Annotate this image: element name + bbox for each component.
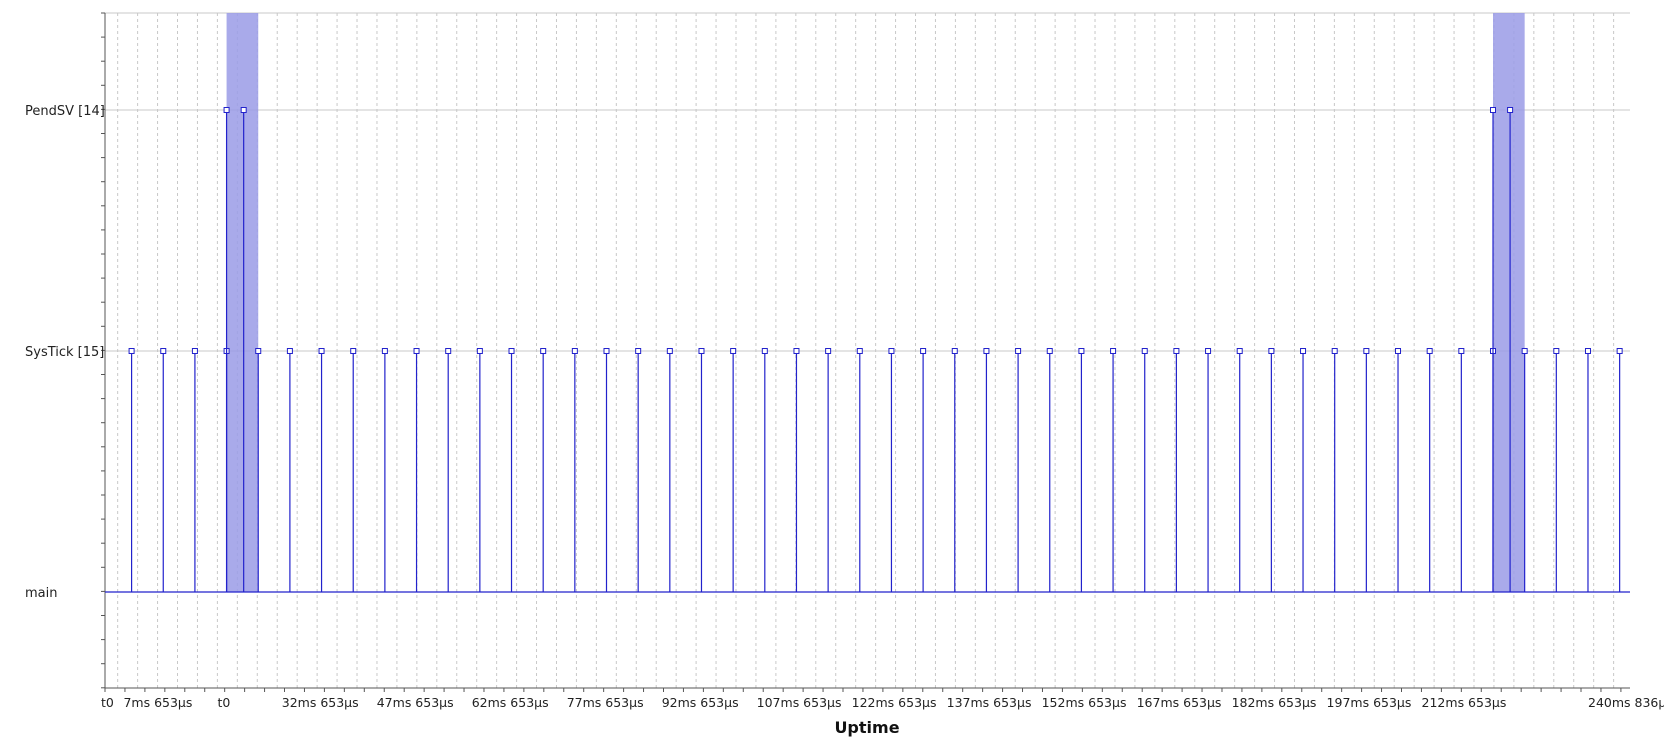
x-tick-label: 137ms 653µs xyxy=(947,695,1032,710)
systick-event-marker xyxy=(1173,348,1180,354)
x-tick-label: 240ms 836µs xyxy=(1588,695,1664,710)
x-tick-label: t0 xyxy=(217,695,230,710)
systick-event-marker xyxy=(1046,348,1053,354)
x-tick-label: 122ms 653µs xyxy=(852,695,937,710)
systick-event-marker xyxy=(508,348,515,354)
pendsv-event-marker xyxy=(240,107,247,113)
grid xyxy=(105,12,1630,688)
systick-event-marker xyxy=(1141,348,1148,354)
x-tick-label: t0 xyxy=(101,695,114,710)
systick-event-marker xyxy=(1363,348,1370,354)
x-tick-label: 47ms 653µs xyxy=(377,695,454,710)
pendsv-event-marker xyxy=(223,107,230,113)
systick-event-marker xyxy=(381,348,388,354)
y-axis-labels: main SysTick [15] PendSV [14] xyxy=(25,104,105,601)
y-level-label: SysTick [15] xyxy=(25,345,104,360)
systick-event-marker xyxy=(1236,348,1243,354)
x-tick-label: 7ms 653µs xyxy=(123,695,192,710)
systick-event-marker xyxy=(1458,348,1465,354)
pendsv-event-marker xyxy=(1489,107,1496,113)
uptime-trace-chart: mainSysTick [15]PendSV [14] t0 7ms 653µs t… xyxy=(25,12,1664,737)
systick-event-marker xyxy=(698,348,705,354)
systick-event-marker xyxy=(1110,348,1117,354)
x-tick-label: 107ms 653µs xyxy=(757,695,842,710)
highlight-range xyxy=(226,13,259,592)
systick-event-marker xyxy=(1300,348,1307,354)
x-axis-tick-labels: t0 7ms 653µs t0 32ms 653µs 47ms 653µs 62ms 65… xyxy=(101,695,1664,710)
y-level-label: main xyxy=(25,586,57,601)
systick-event-marker xyxy=(571,348,578,354)
systick-event-marker xyxy=(888,348,895,354)
x-tick-label: 77ms 653µs xyxy=(567,695,644,710)
systick-event-marker xyxy=(983,348,990,354)
pendsv-event-marker xyxy=(1507,107,1514,113)
highlight-range xyxy=(1492,13,1525,592)
systick-event-marker xyxy=(160,348,167,354)
systick-event-marker xyxy=(1395,348,1402,354)
systick-event-marker xyxy=(540,348,547,354)
systick-event-marker xyxy=(666,348,673,354)
systick-event-marker xyxy=(793,348,800,354)
systick-event-marker xyxy=(476,348,483,354)
systick-event-marker xyxy=(286,348,293,354)
systick-event-marker xyxy=(1521,348,1528,354)
systick-event-marker xyxy=(730,348,737,354)
x-axis-title: Uptime xyxy=(834,718,899,737)
systick-event-marker xyxy=(128,348,135,354)
systick-event-marker xyxy=(1426,348,1433,354)
systick-event-marker xyxy=(1616,348,1623,354)
x-tick-label: 167ms 653µs xyxy=(1137,695,1222,710)
systick-event-marker xyxy=(318,348,325,354)
systick-event-marker xyxy=(1268,348,1275,354)
systick-event-marker xyxy=(1078,348,1085,354)
x-tick-label: 182ms 653µs xyxy=(1232,695,1317,710)
x-tick-label: 92ms 653µs xyxy=(662,695,739,710)
event-trace xyxy=(105,107,1630,593)
x-tick-label: 197ms 653µs xyxy=(1327,695,1412,710)
systick-event-marker xyxy=(856,348,863,354)
x-tick-label: 212ms 653µs xyxy=(1422,695,1507,710)
systick-event-marker xyxy=(445,348,452,354)
systick-event-marker xyxy=(1331,348,1338,354)
x-tick-label: 152ms 653µs xyxy=(1042,695,1127,710)
systick-event-marker xyxy=(413,348,420,354)
x-tick-label: 32ms 653µs xyxy=(282,695,359,710)
systick-event-marker xyxy=(761,348,768,354)
systick-event-marker xyxy=(191,348,198,354)
systick-event-marker xyxy=(255,348,262,354)
systick-event-marker xyxy=(603,348,610,354)
systick-event-marker xyxy=(951,348,958,354)
systick-event-marker xyxy=(1584,348,1591,354)
systick-event-marker xyxy=(635,348,642,354)
systick-event-marker xyxy=(1205,348,1212,354)
x-tick-label: 62ms 653µs xyxy=(472,695,549,710)
systick-event-marker xyxy=(350,348,357,354)
systick-event-marker xyxy=(920,348,927,354)
systick-event-marker xyxy=(1015,348,1022,354)
systick-event-marker xyxy=(1553,348,1560,354)
systick-event-marker xyxy=(825,348,832,354)
y-level-label: PendSV [14] xyxy=(25,104,105,119)
